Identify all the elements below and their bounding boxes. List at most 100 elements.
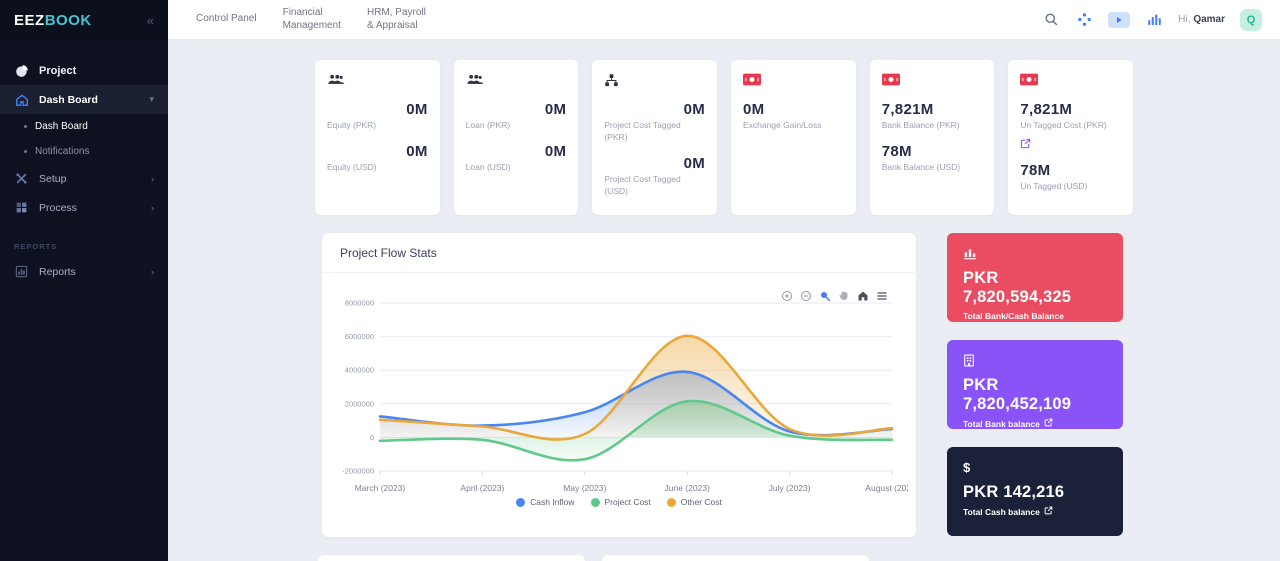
svg-text:July (2023): July (2023) <box>769 483 811 493</box>
summary-label: Total Cash balance <box>963 506 1107 517</box>
sidebar-item-project[interactable]: Project <box>0 56 168 85</box>
bullet-icon <box>24 150 27 153</box>
stat-label: Un Tagged (USD) <box>1020 181 1121 193</box>
svg-text:April (2023): April (2023) <box>460 483 504 493</box>
legend-dot <box>667 498 676 507</box>
svg-text:6000000: 6000000 <box>345 332 374 341</box>
stat-label: Loan (USD) <box>466 162 567 174</box>
search-icon[interactable] <box>1042 11 1060 29</box>
play-icon[interactable] <box>1108 12 1130 28</box>
process-squares-icon <box>14 200 29 215</box>
external-link-icon[interactable] <box>1044 506 1053 517</box>
svg-text:0: 0 <box>370 433 374 442</box>
sidebar-item-dashboard[interactable]: Dash Board ▾ <box>0 85 168 114</box>
tab-control-panel[interactable]: Control Panel <box>196 13 257 26</box>
summary-label: Total Bank balance <box>963 418 1107 429</box>
svg-text:2000000: 2000000 <box>345 399 374 408</box>
bar-chart-icon <box>963 246 1107 260</box>
avatar[interactable]: Q <box>1240 9 1262 31</box>
stat-label: Exchange Gain/Loss <box>743 120 844 132</box>
stat-value: 7,821M <box>882 101 983 118</box>
stat-value: 0M <box>327 101 428 118</box>
stat-label: Project Cost Tagged (PKR) <box>604 120 705 144</box>
stat-label: Loan (PKR) <box>466 120 567 132</box>
apps-icon[interactable] <box>1075 11 1093 29</box>
stat-value: 78M <box>1020 162 1121 179</box>
sidebar-item-setup[interactable]: Setup › <box>0 164 168 193</box>
sidebar-collapse-icon[interactable]: « <box>147 13 154 28</box>
sidebar: EEZBOOK « Project Dash Board ▾ Dash Boar… <box>0 0 168 561</box>
bar-stats-icon[interactable] <box>1145 11 1163 29</box>
app-logo: EEZBOOK <box>14 12 92 29</box>
svg-text:8000000: 8000000 <box>345 299 374 308</box>
bank-building-icon <box>963 353 1107 367</box>
banknote-icon <box>743 73 844 91</box>
sidebar-item-reports[interactable]: Reports › <box>0 257 168 286</box>
legend-project-cost[interactable]: Project Cost <box>591 497 651 507</box>
external-link-icon[interactable] <box>1044 418 1053 429</box>
stat-card-project-cost-tagged: 0M Project Cost Tagged (PKR) 0M Project … <box>592 60 717 215</box>
tools-icon <box>14 171 29 186</box>
stat-value: 7,821M <box>1020 101 1121 118</box>
chevron-right-icon: › <box>151 174 154 184</box>
legend-cash-inflow[interactable]: Cash Inflow <box>516 497 574 507</box>
chevron-down-icon: ▾ <box>149 94 154 105</box>
stat-card-bank-balance: 7,821M Bank Balance (PKR) 78M Bank Balan… <box>870 60 995 215</box>
stat-card-loan: 0M Loan (PKR) 0M Loan (USD) <box>454 60 579 215</box>
stat-label: Un Tagged Cost (PKR) <box>1020 120 1121 132</box>
sidebar-section-reports: REPORTS <box>0 222 168 257</box>
tab-hrm-payroll-appraisal[interactable]: HRM, Payroll& Appraisal <box>367 7 426 32</box>
project-flow-stats-card: Project Flow Stats 800000060000004000000… <box>322 233 916 537</box>
stat-value: 0M <box>466 143 567 160</box>
summary-value: PKR 7,820,594,325 <box>963 269 1107 307</box>
stat-value: 78M <box>882 143 983 160</box>
summary-value: PKR 142,216 <box>963 483 1107 502</box>
stat-value: 0M <box>604 155 705 172</box>
stat-value: 0M <box>466 101 567 118</box>
svg-text:March (2023): March (2023) <box>355 483 406 493</box>
total-bank-cash-balance-card: PKR 7,820,594,325 Total Bank/Cash Balanc… <box>947 233 1123 322</box>
stat-card-exchange-gain-loss: 0M Exchange Gain/Loss <box>731 60 856 215</box>
banknote-icon <box>1020 73 1121 91</box>
sidebar-subitem-dashboard[interactable]: Dash Board <box>0 114 168 139</box>
chevron-right-icon: › <box>151 203 154 213</box>
bullet-icon <box>24 125 27 128</box>
report-chart-icon <box>14 264 29 279</box>
total-bank-balance-card: PKR 7,820,452,109 Total Bank balance <box>947 340 1123 429</box>
legend-dot <box>591 498 600 507</box>
svg-text:May (2023): May (2023) <box>563 483 606 493</box>
chart-legend: Cash Inflow Project Cost Other Cost <box>322 497 916 507</box>
stat-card-equity: 0M Equity (PKR) 0M Equity (USD) <box>315 60 440 215</box>
pie-chart-icon <box>14 63 29 78</box>
stat-value: 0M <box>327 143 428 160</box>
stat-label: Equity (PKR) <box>327 120 428 132</box>
stat-value: 0M <box>604 101 705 118</box>
sitemap-icon <box>604 73 705 91</box>
svg-text:4000000: 4000000 <box>345 366 374 375</box>
tab-financial-management[interactable]: FinancialManagement <box>283 7 341 32</box>
svg-text:June (2023): June (2023) <box>665 483 711 493</box>
banknote-icon <box>882 73 983 91</box>
sidebar-item-process[interactable]: Process › <box>0 193 168 222</box>
sidebar-subitem-notifications[interactable]: Notifications <box>0 139 168 164</box>
user-greeting: Hi, Qamar <box>1178 14 1225 25</box>
top-navbar: Control Panel FinancialManagement HRM, P… <box>168 0 1280 40</box>
partial-card <box>318 555 585 561</box>
users-group-icon <box>466 73 567 91</box>
stat-label: Project Cost Tagged (USD) <box>604 174 705 198</box>
stat-label: Bank Balance (PKR) <box>882 120 983 132</box>
dollar-icon: $ <box>963 460 1107 474</box>
partial-card <box>602 555 869 561</box>
stat-card-untagged-cost: 7,821M Un Tagged Cost (PKR) 78M Un Tagge… <box>1008 60 1133 215</box>
summary-label: Total Bank/Cash Balance <box>963 311 1107 321</box>
svg-text:-2000000: -2000000 <box>342 467 374 476</box>
stat-label: Bank Balance (USD) <box>882 162 983 174</box>
stat-cards-row: 0M Equity (PKR) 0M Equity (USD) 0M Loan … <box>315 60 1133 215</box>
svg-text:August (2023): August (2023) <box>865 483 908 493</box>
logo-bar: EEZBOOK « <box>0 0 168 40</box>
external-link-icon[interactable] <box>1020 136 1121 154</box>
total-cash-balance-card: $ PKR 142,216 Total Cash balance <box>947 447 1123 536</box>
legend-other-cost[interactable]: Other Cost <box>667 497 722 507</box>
users-group-icon <box>327 73 428 91</box>
stat-value: 0M <box>743 101 844 118</box>
